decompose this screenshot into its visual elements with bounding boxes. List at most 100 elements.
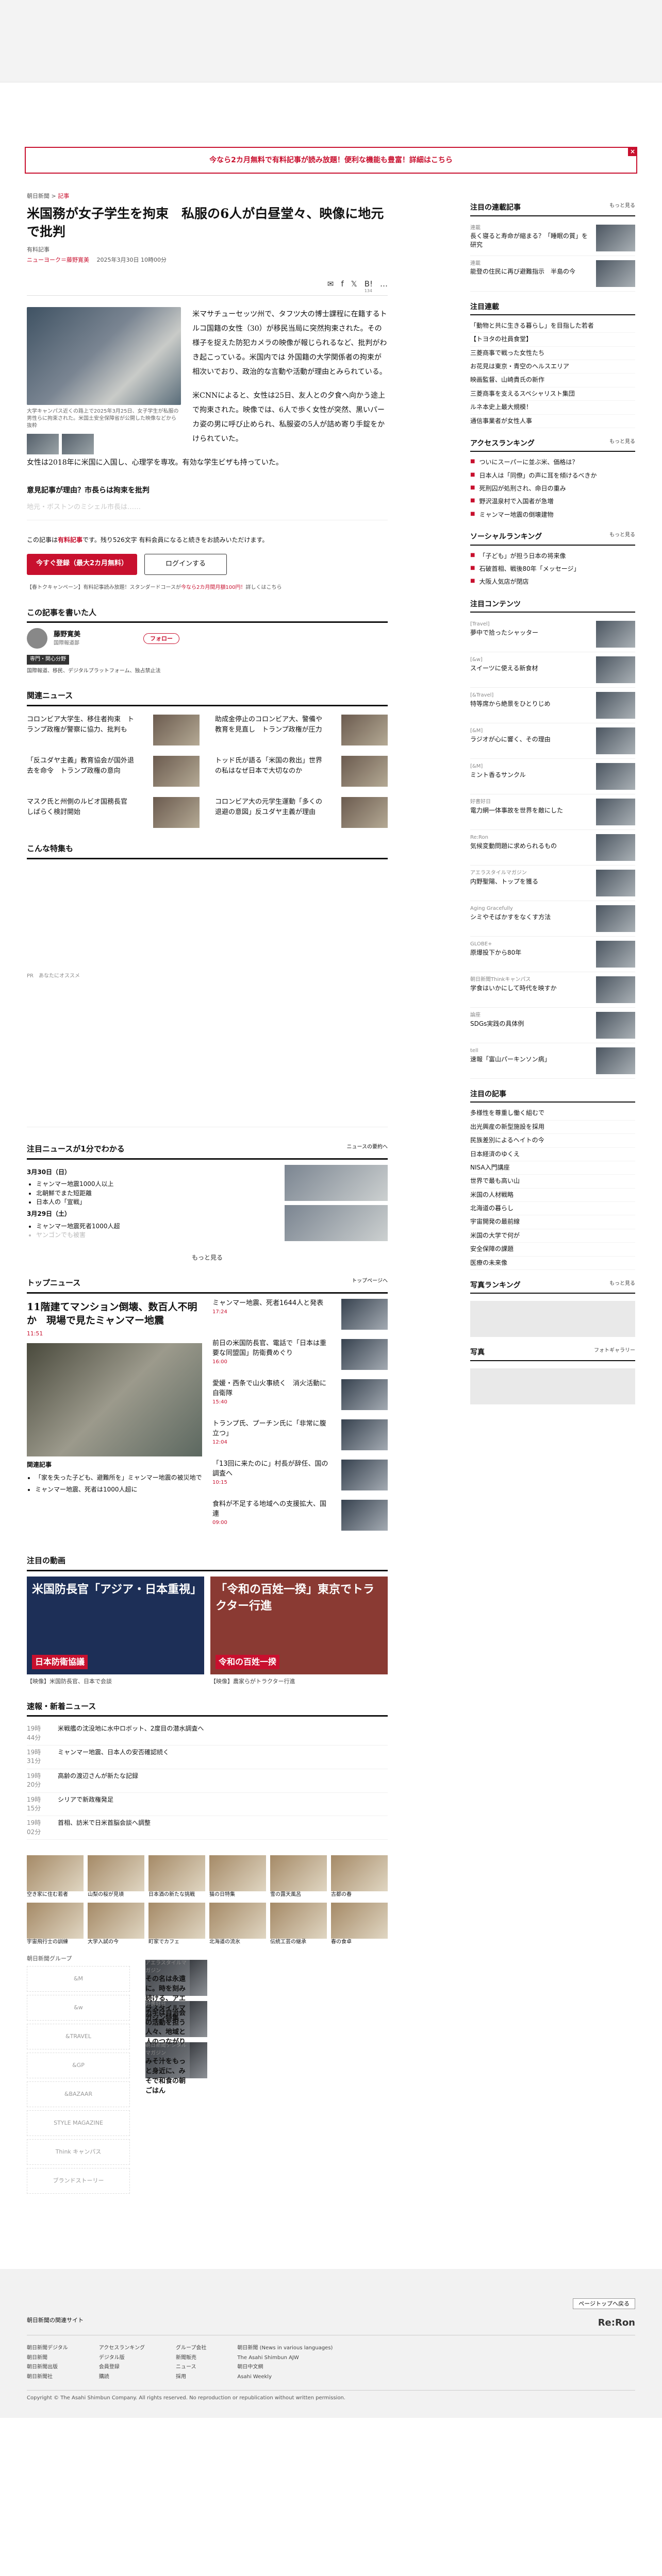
content-item[interactable]: アエラスタイルマガジン 内野聖陽、トップを獲る bbox=[470, 866, 635, 902]
brand-logo[interactable]: Think キャンパス bbox=[27, 2139, 130, 2165]
banner-text[interactable]: 今なら2カ月無料で有料記事が読み放題！便利な機能も豊富！詳細はこちら bbox=[209, 156, 453, 164]
promo-item[interactable]: 朝日新聞デジタルマガジン みそ汁をもっと身近に、みそで和食の朝ごはん bbox=[145, 2042, 207, 2095]
feature-link[interactable]: 米国の人材戦略 bbox=[470, 1189, 635, 1202]
brand-logo[interactable]: &TRAVEL bbox=[27, 2024, 130, 2050]
top-item[interactable]: 前日の米国防長官、電話で「日本は重要な同盟国」防衛費めぐり 16:00 bbox=[212, 1338, 388, 1370]
gallery-item[interactable]: 大学入試の今 bbox=[88, 1902, 144, 1946]
summary-link[interactable]: ニュースの要約へ bbox=[347, 1144, 388, 1155]
serial-item[interactable]: 【トヨタの社員食堂】 bbox=[470, 333, 635, 347]
side-item[interactable]: 連載 能登の住民に再び避難指示 半島の今 bbox=[470, 256, 635, 292]
more-link[interactable]: もっと見る bbox=[27, 1253, 388, 1262]
lead-related[interactable]: 「家を失った子ども、避難所を」ミャンマー地震の被災地で bbox=[35, 1473, 202, 1482]
video-card[interactable]: 「令和の百姓一揆」東京でトラクター行進 令和の百姓一揆 【映像】農家らがトラクター行… bbox=[210, 1576, 388, 1686]
serial-item[interactable]: 三菱商事を支えるスペシャリスト集団 bbox=[470, 387, 635, 401]
gallery-item[interactable]: 古都の春 bbox=[331, 1855, 388, 1899]
crumb-section[interactable]: 朝日新聞 bbox=[27, 193, 49, 199]
serial-item[interactable]: ルネ本史上最大規模！ bbox=[470, 401, 635, 415]
gallery-item[interactable]: 雪の露天風呂 bbox=[270, 1855, 327, 1899]
thumbnail[interactable] bbox=[62, 433, 94, 454]
gallery-item[interactable]: 春の食卓 bbox=[331, 1902, 388, 1946]
feature-link[interactable]: 出光興産の新型施設を採用 bbox=[470, 1121, 635, 1134]
content-item[interactable]: 論座 SDGs実践の具体例 bbox=[470, 1008, 635, 1044]
content-item[interactable]: Aging Gracefully シミやそばかすをなくす方法 bbox=[470, 901, 635, 937]
mail-icon[interactable]: ✉ bbox=[327, 279, 334, 290]
close-icon[interactable]: × bbox=[628, 147, 637, 156]
rank-item[interactable]: ■ ミャンマー地震の倒壊建物 bbox=[470, 509, 635, 521]
feature-link[interactable]: 民族差別によるヘイトの今 bbox=[470, 1134, 635, 1148]
brand-logo[interactable]: &w bbox=[27, 1995, 130, 2021]
feature-link[interactable]: 多様性を尊重し働く組むで bbox=[470, 1107, 635, 1121]
breaking-item[interactable]: 19時20分 高齢の渡辺さんが新たな記録 bbox=[27, 1769, 388, 1793]
subscribe-button[interactable]: 今すぐ登録（最大2カ月無料） bbox=[27, 554, 138, 575]
breaking-item[interactable]: 19時15分 シリアで新政権発足 bbox=[27, 1793, 388, 1817]
feature-link[interactable]: 医療の未来像 bbox=[470, 1257, 635, 1270]
news-item[interactable]: 北朝鮮でまた短距離 bbox=[36, 1189, 274, 1198]
content-item[interactable]: [&Travel] 特等席から絶景をひとりじめ bbox=[470, 688, 635, 724]
brand-logo[interactable]: &BAZAAR bbox=[27, 2081, 130, 2108]
login-button[interactable]: ログインする bbox=[144, 554, 227, 575]
feature-link[interactable]: 世界で最も高い山 bbox=[470, 1175, 635, 1189]
top-item[interactable]: 「13回に来たのに」村長が辞任、国の調査へ 10:15 bbox=[212, 1459, 388, 1490]
rank-item[interactable]: ■ 野沢温泉村で入国者が急増 bbox=[470, 495, 635, 508]
facebook-icon[interactable]: f bbox=[341, 279, 343, 290]
serial-item[interactable]: 映画監督、山崎貴氏の新作 bbox=[470, 374, 635, 387]
content-item[interactable]: 朝日新聞Thinkキャンパス 学食はいかにして時代を映すか bbox=[470, 972, 635, 1008]
hatena-icon[interactable]: B! 134 bbox=[365, 279, 373, 293]
top-page-link[interactable]: トップページへ bbox=[352, 1278, 388, 1289]
feature-link[interactable]: 日本経済のゆくえ bbox=[470, 1148, 635, 1161]
campaign-banner[interactable]: 今なら2カ月無料で有料記事が読み放題！便利な機能も豊富！詳細はこちら × bbox=[0, 147, 662, 174]
gallery-item[interactable]: 猫の日特集 bbox=[209, 1855, 266, 1899]
brand-logo[interactable]: &GP bbox=[27, 2053, 130, 2079]
avatar[interactable] bbox=[27, 628, 47, 649]
content-item[interactable]: tell 速報「富山パーキンソン病」 bbox=[470, 1043, 635, 1079]
related-item[interactable]: トッド氏が語る「米国の救出」世界の私はなぜ日本で大切なのか bbox=[215, 756, 388, 787]
brand-logo[interactable]: ブランドストーリー bbox=[27, 2168, 130, 2194]
news-item[interactable]: 日本人の「宣戦」 bbox=[36, 1198, 274, 1207]
related-item[interactable]: コロンビア大の元学生運動「多くの退避の意図」反ユダヤ主義が理由 bbox=[215, 797, 388, 828]
serial-item[interactable]: お花見は東京・青空のヘルスエリア bbox=[470, 360, 635, 374]
x-icon[interactable]: 𝕏 bbox=[351, 279, 357, 290]
brand-logo[interactable]: &M bbox=[27, 1966, 130, 1992]
photo-ranking-strip[interactable] bbox=[470, 1301, 635, 1337]
brand-logo[interactable]: STYLE MAGAZINE bbox=[27, 2110, 130, 2137]
breaking-item[interactable]: 19時44分 米戦艦の沈没地に水中ロボット、2度目の潜水調査へ bbox=[27, 1722, 388, 1746]
breaking-item[interactable]: 19時31分 ミャンマー地震、日本人の安否確認続く bbox=[27, 1745, 388, 1769]
breaking-item[interactable]: 19時02分 首相、訪米で日米首脳会談へ調整 bbox=[27, 1816, 388, 1840]
rank-item[interactable]: ■ 死刑囚が処刑され、命日の重み bbox=[470, 482, 635, 495]
serial-item[interactable]: 通信事業者が女性人事 bbox=[470, 415, 635, 429]
gallery-item[interactable]: 宇宙飛行士の訓練 bbox=[27, 1902, 84, 1946]
rank-item[interactable]: ■ 石破首相、戦後80年「メッセージ」 bbox=[470, 563, 635, 575]
top-item[interactable]: 愛媛・西条で山火事続く 消火活動に自衛隊 15:40 bbox=[212, 1379, 388, 1410]
promo-item[interactable]: 好書好日 カギは自治会の活動を担う人々、地域と人のつながり bbox=[145, 2001, 207, 2046]
rank-item[interactable]: ■ 「子ども」が担う日本の将来像 bbox=[470, 550, 635, 563]
feature-link[interactable]: NISA入門講座 bbox=[470, 1161, 635, 1175]
content-item[interactable]: [&w] スイーツに使える新食材 bbox=[470, 652, 635, 688]
gallery-item[interactable]: 山梨の桜が見頃 bbox=[88, 1855, 144, 1899]
news-photo[interactable] bbox=[285, 1205, 388, 1241]
footer-logo[interactable]: Re:Ron bbox=[598, 2316, 635, 2330]
rank-item[interactable]: ■ 日本人は「同僚」の声に耳を傾けるべきか bbox=[470, 469, 635, 482]
top-item[interactable]: ミャンマー地震、死者1644人と発表 17:24 bbox=[212, 1298, 388, 1330]
content-item[interactable]: Re:Ron 気候変動問題に求められるもの bbox=[470, 830, 635, 866]
rank-item[interactable]: ■ 大阪人気店が閉店 bbox=[470, 575, 635, 588]
more-icon[interactable]: … bbox=[380, 279, 388, 290]
gallery-item[interactable]: 北海道の流氷 bbox=[209, 1902, 266, 1946]
news-item[interactable]: ミャンマー地震死者1000人超 bbox=[36, 1222, 274, 1231]
content-item[interactable]: [&M] ミント香るサンクル bbox=[470, 759, 635, 795]
article-photo[interactable] bbox=[27, 307, 181, 405]
follow-button[interactable]: フォロー bbox=[143, 633, 180, 645]
top-item[interactable]: 食料が不足する地域への支援拡大、国連 09:00 bbox=[212, 1499, 388, 1531]
gallery-item[interactable]: 日本酒の新たな挑戦 bbox=[148, 1855, 205, 1899]
gallery-item[interactable]: 町家でカフェ bbox=[148, 1902, 205, 1946]
gallery-item[interactable]: 伝統工芸の継承 bbox=[270, 1902, 327, 1946]
top-item[interactable]: トランプ氏、プーチン氏に「非常に腹立つ」 12:04 bbox=[212, 1419, 388, 1450]
rank-item[interactable]: ■ ついにスーパーに並ぶ米、価格は？ bbox=[470, 456, 635, 469]
content-item[interactable]: [Travel] 夢中で拾ったシャッター bbox=[470, 617, 635, 653]
photo-strip[interactable] bbox=[470, 1368, 635, 1404]
serial-item[interactable]: 「動物と共に生きる暮らし」を目指した若者 bbox=[470, 319, 635, 333]
byline-name[interactable]: ニューヨーク＝藤野寛美 bbox=[27, 257, 89, 263]
content-item[interactable]: 好書好日 電力網一体事故を世界を敵にした bbox=[470, 794, 635, 831]
feature-link[interactable]: 米国の大学で何が bbox=[470, 1229, 635, 1243]
feature-link[interactable]: 宇宙開発の最前線 bbox=[470, 1215, 635, 1229]
gallery-item[interactable]: 空き家に住む若者 bbox=[27, 1855, 84, 1899]
